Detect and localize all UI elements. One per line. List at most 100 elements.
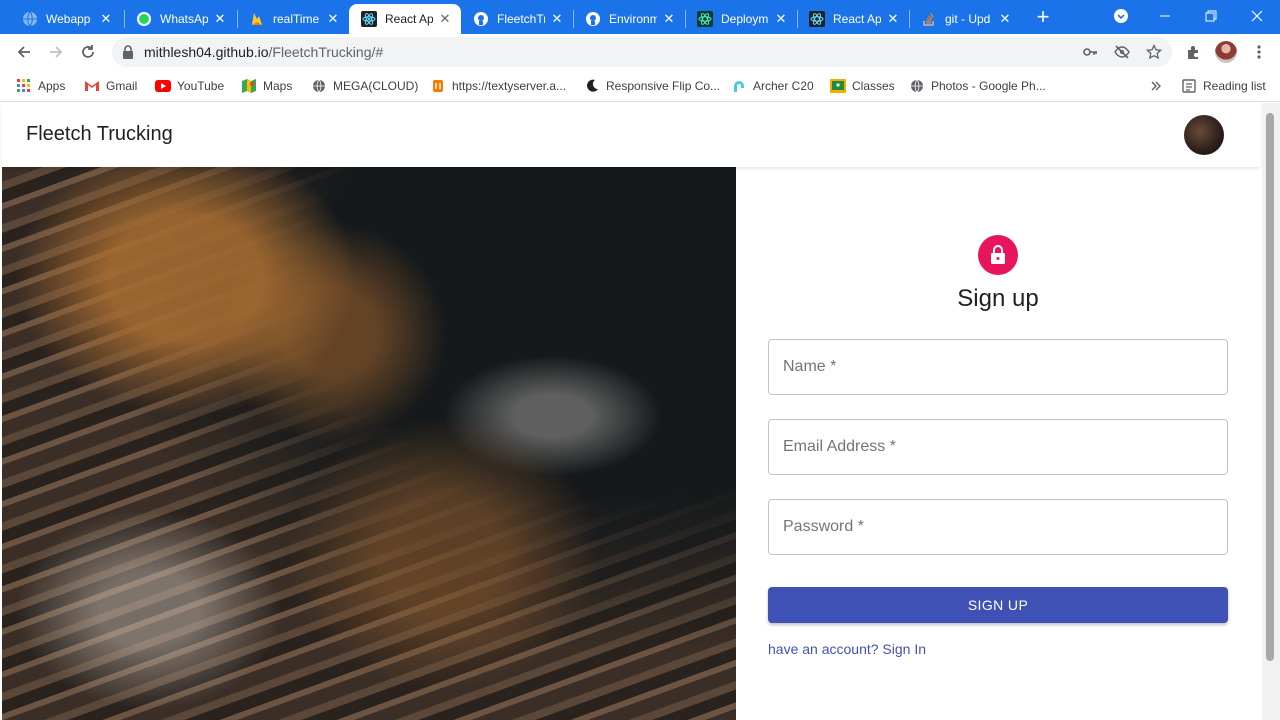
- new-tab-button[interactable]: +: [1030, 5, 1056, 31]
- bookmark-label: Gmail: [106, 79, 138, 93]
- url-path: /FleetchTrucking/#: [268, 44, 384, 60]
- profile-avatar[interactable]: [1215, 41, 1237, 63]
- close-icon: [1251, 10, 1263, 22]
- email-field[interactable]: Email Address *: [768, 419, 1228, 475]
- close-tab-icon[interactable]: ✕: [325, 11, 341, 27]
- bookmark-label: YouTube: [177, 79, 225, 93]
- reload-button[interactable]: [74, 38, 102, 66]
- tab-title: React Ap: [833, 12, 881, 26]
- password-input[interactable]: [769, 500, 1227, 554]
- extensions-icon[interactable]: [1184, 43, 1202, 61]
- bookmark-label: Classes: [852, 79, 895, 93]
- form-title: Sign up: [957, 285, 1039, 312]
- react-icon: [697, 11, 713, 27]
- bookmark-responsive-flip[interactable]: Responsive Flip Co...: [584, 76, 720, 96]
- bookmark-maps[interactable]: Maps: [241, 76, 292, 96]
- browser-tab[interactable]: Webapp ✕: [10, 4, 122, 34]
- reload-icon: [82, 45, 94, 58]
- browser-tab[interactable]: FleetchTr ✕: [461, 4, 573, 34]
- user-avatar[interactable]: [1184, 115, 1224, 155]
- browser-toolbar: mithlesh04.github.io/FleetchTrucking/#: [0, 34, 1280, 70]
- bookmark-label: Apps: [38, 79, 66, 93]
- double-chevron-right-icon: [1148, 78, 1164, 94]
- bookmark-label: Photos - Google Ph...: [931, 79, 1046, 93]
- lock-icon: [978, 235, 1018, 275]
- browser-tab[interactable]: Environm ✕: [573, 4, 685, 34]
- close-tab-icon[interactable]: ✕: [661, 11, 677, 27]
- tab-search-button[interactable]: [1098, 0, 1144, 32]
- bookmark-classes[interactable]: Classes: [830, 76, 895, 96]
- firebase-icon: [249, 11, 265, 27]
- bookmark-photos[interactable]: Photos - Google Ph...: [909, 76, 1046, 96]
- arrow-left-icon: [17, 46, 30, 58]
- minimize-button[interactable]: [1142, 0, 1188, 32]
- browser-tab[interactable]: git - Upd ✕: [909, 4, 1021, 34]
- bookmark-archer[interactable]: Archer C20: [731, 76, 814, 96]
- page-viewport: Fleetch Trucking Sign up Name * Email Ad…: [0, 103, 1262, 720]
- bookmark-star-icon[interactable]: [1146, 44, 1162, 60]
- bookmark-textyserver[interactable]: https://textyserver.a...: [430, 76, 566, 96]
- whatsapp-icon: [136, 11, 152, 27]
- page-scrollbar[interactable]: [1262, 103, 1280, 720]
- close-tab-icon[interactable]: ✕: [98, 11, 114, 27]
- tab-title: Deploym: [721, 12, 769, 26]
- brand-title[interactable]: Fleetch Trucking: [26, 123, 173, 146]
- github-icon: [585, 11, 601, 27]
- browser-tab[interactable]: WhatsApp ✕: [124, 4, 236, 34]
- bookmark-label: Archer C20: [753, 79, 814, 93]
- browser-tab[interactable]: React Ap ✕: [797, 4, 909, 34]
- youtube-icon: [155, 78, 171, 94]
- key-icon[interactable]: [1082, 44, 1098, 60]
- tab-title: Webapp: [46, 12, 91, 26]
- reading-list-button[interactable]: Reading list: [1181, 76, 1266, 96]
- bookmark-label: Responsive Flip Co...: [606, 79, 721, 93]
- tab-title: FleetchTr: [497, 12, 545, 26]
- browser-tab-active[interactable]: React App ✕: [349, 4, 461, 34]
- tab-title: React App: [385, 12, 433, 26]
- close-tab-icon[interactable]: ✕: [997, 11, 1013, 27]
- arrow-right-icon: [50, 46, 63, 58]
- name-input[interactable]: [769, 340, 1227, 394]
- tab-title: realTime: [273, 12, 320, 26]
- react-icon: [809, 11, 825, 27]
- minimize-icon: [1160, 15, 1170, 17]
- bookmark-youtube[interactable]: YouTube: [155, 76, 224, 96]
- hero-photo: [2, 167, 736, 720]
- name-field[interactable]: Name *: [768, 339, 1228, 395]
- password-field[interactable]: Password *: [768, 499, 1228, 555]
- bookmark-label: https://textyserver.a...: [452, 79, 567, 93]
- browser-tab[interactable]: Deploym ✕: [685, 4, 797, 34]
- restore-button[interactable]: [1188, 0, 1234, 32]
- maps-icon: [241, 78, 257, 94]
- react-icon: [361, 11, 377, 27]
- url-host: mithlesh04.github.io: [144, 44, 269, 60]
- back-button[interactable]: [10, 38, 38, 66]
- reading-list-icon: [1181, 78, 1197, 94]
- close-tab-icon[interactable]: ✕: [437, 11, 453, 27]
- sign-up-button[interactable]: SIGN UP: [768, 587, 1228, 623]
- tab-title: WhatsApp: [160, 12, 208, 26]
- kebab-menu-icon[interactable]: [1250, 43, 1268, 61]
- browser-tab[interactable]: realTime ✕: [237, 4, 349, 34]
- bookmarks-overflow-button[interactable]: [1148, 76, 1170, 96]
- tab-title: git - Upd: [945, 12, 991, 26]
- restore-icon: [1205, 10, 1217, 22]
- scrollbar-thumb[interactable]: [1266, 113, 1274, 661]
- tplink-icon: [731, 78, 747, 94]
- bookmark-apps[interactable]: Apps: [16, 76, 65, 96]
- address-bar[interactable]: mithlesh04.github.io/FleetchTrucking/#: [112, 37, 1172, 67]
- lock-icon[interactable]: [122, 45, 134, 64]
- sign-in-link[interactable]: have an account? Sign In: [768, 641, 926, 657]
- close-tab-icon[interactable]: ✕: [549, 11, 565, 27]
- close-window-button[interactable]: [1234, 0, 1280, 32]
- email-input[interactable]: [769, 420, 1227, 474]
- forward-button[interactable]: [42, 38, 70, 66]
- tab-title: Environm: [609, 12, 657, 26]
- close-tab-icon[interactable]: ✕: [773, 11, 789, 27]
- bookmark-mega[interactable]: MEGA(CLOUD): [311, 76, 418, 96]
- close-tab-icon[interactable]: ✕: [212, 11, 228, 27]
- bookmark-gmail[interactable]: Gmail: [84, 76, 137, 96]
- eye-off-icon[interactable]: [1114, 44, 1130, 60]
- github-icon: [473, 11, 489, 27]
- close-tab-icon[interactable]: ✕: [885, 11, 901, 27]
